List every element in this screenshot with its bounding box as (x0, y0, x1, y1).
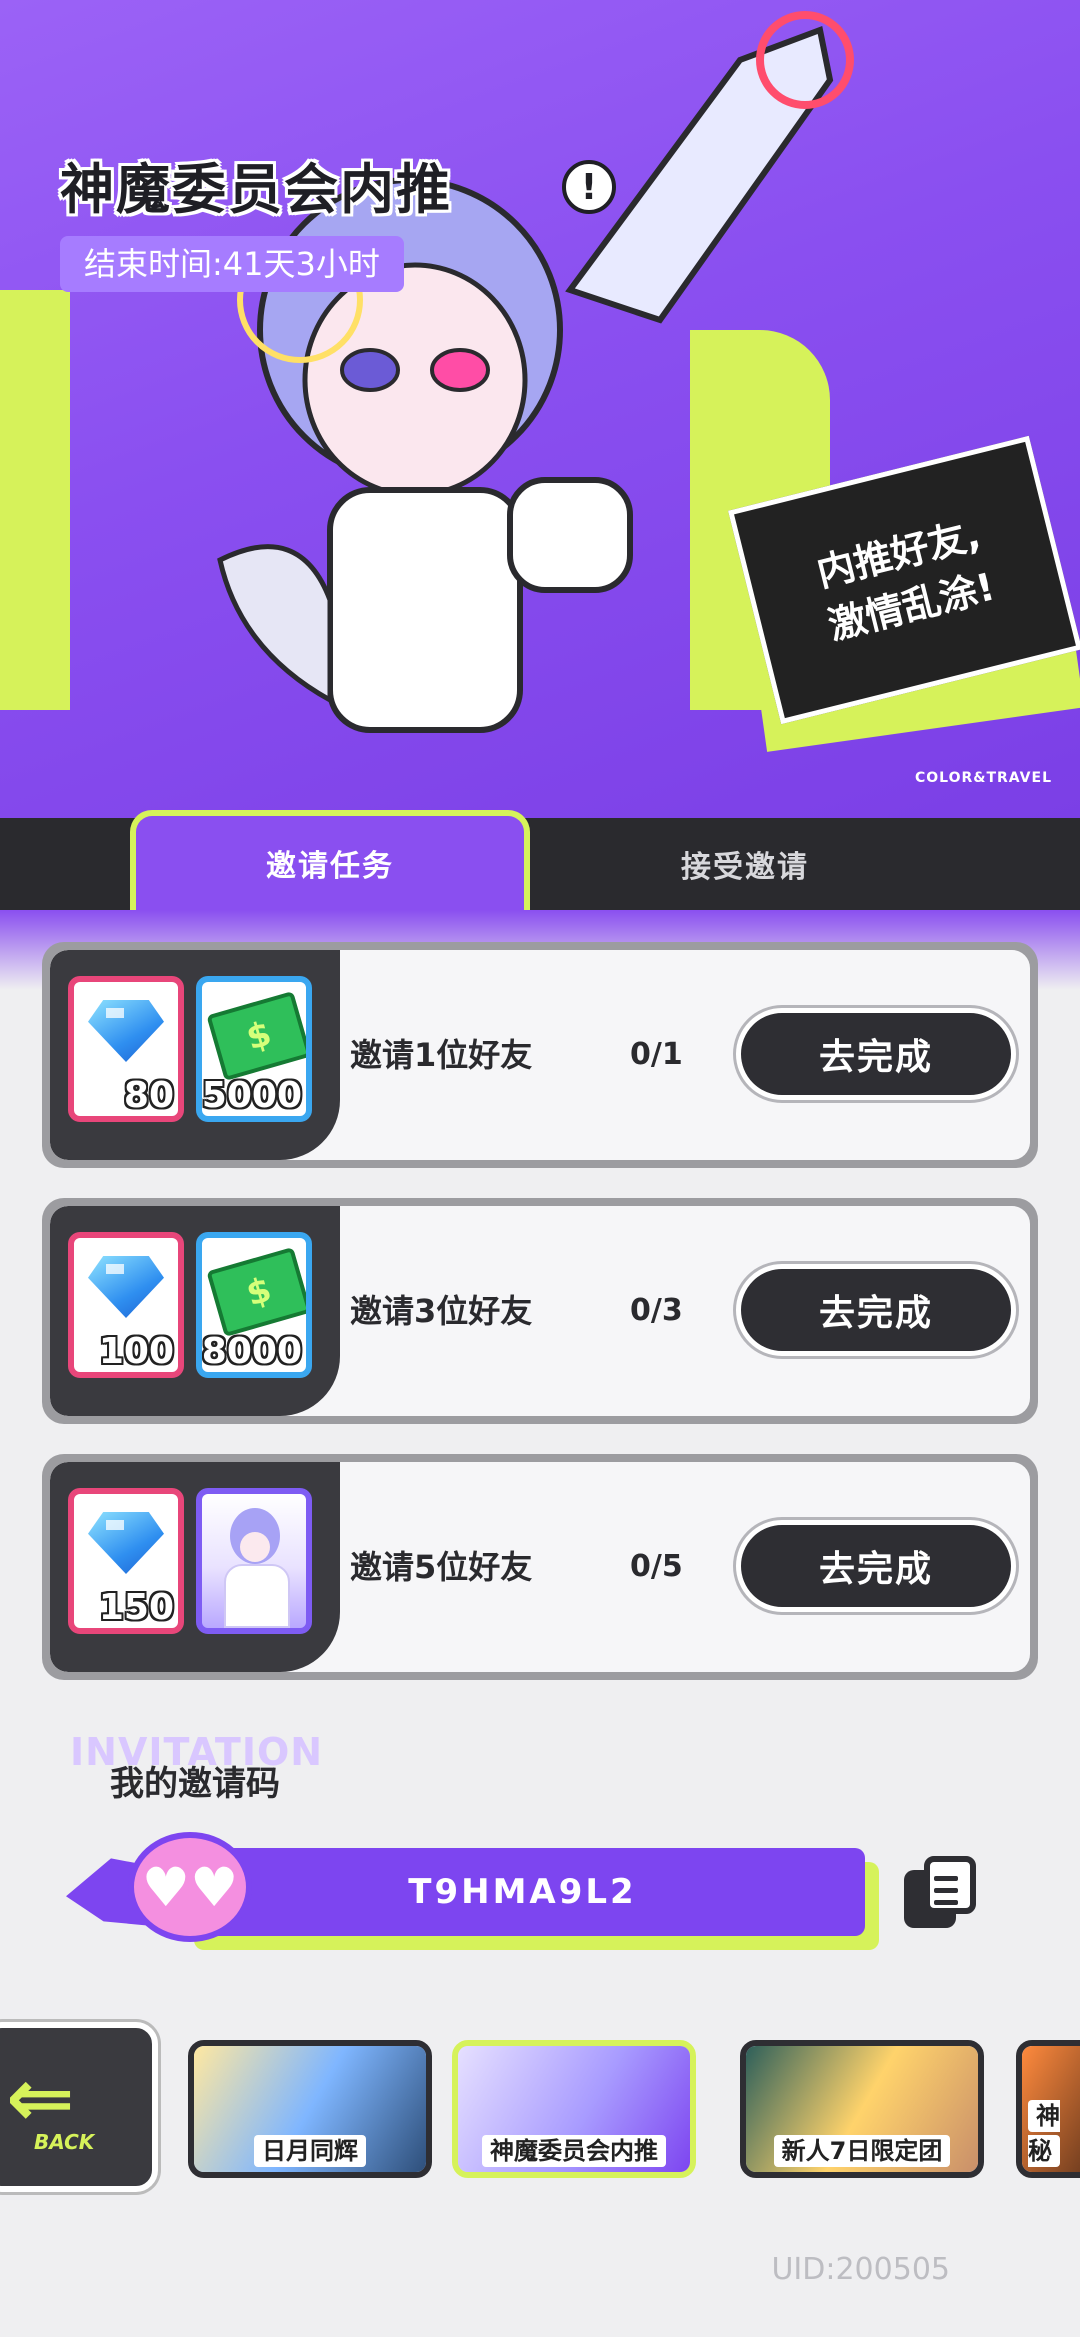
gem-icon (88, 1000, 164, 1062)
gem-icon (88, 1512, 164, 1574)
complete-button[interactable]: 去完成 (736, 1520, 1016, 1612)
task-progress: 0/1 (630, 1037, 683, 1072)
banner-deco-left (0, 290, 70, 710)
tab-accept-invite[interactable]: 接受邀请 (580, 818, 910, 910)
task-card-2: 100 $ 8000 邀请3位好友 0/3 去完成 (42, 1198, 1038, 1424)
nav-item-label: 神秘 (1028, 2100, 1060, 2167)
nav-event-invite[interactable]: 神魔委员会内推 (452, 2040, 696, 2178)
task-label: 邀请3位好友 (350, 1292, 533, 1330)
event-banner: 神魔委员会内推 ! 结束时间:41天3小时 内推好友, 激情乱涂! COLOR&… (0, 0, 1080, 818)
back-label: BACK (34, 2130, 95, 2154)
task-progress: 0/3 (630, 1293, 683, 1328)
reward-gem: 80 (68, 976, 184, 1122)
reward-qty: 80 (123, 1075, 174, 1116)
reward-qty: 5000 (201, 1075, 302, 1116)
task-progress: 0/5 (630, 1549, 683, 1584)
reward-character-card (196, 1488, 312, 1634)
reward-cash: $ 8000 (196, 1232, 312, 1378)
reward-gem: 100 (68, 1232, 184, 1378)
complete-button[interactable]: 去完成 (736, 1264, 1016, 1356)
nav-event-partial[interactable]: 神秘 (1016, 2040, 1080, 2178)
invite-code-field: T9HMA9L2 (180, 1848, 865, 1936)
event-end-time: 结束时间:41天3小时 (60, 236, 404, 292)
character-card-icon (202, 1494, 306, 1628)
nav-event-sun-moon[interactable]: 日月同辉 (188, 2040, 432, 2178)
nav-event-newbie[interactable]: 新人7日限定团 (740, 2040, 984, 2178)
back-button[interactable]: ⇐ BACK (0, 2022, 158, 2192)
tab-invite-tasks[interactable]: 邀请任务 (130, 810, 530, 910)
info-icon[interactable]: ! (562, 160, 616, 214)
reward-cash: $ 5000 (196, 976, 312, 1122)
nav-item-label: 新人7日限定团 (773, 2135, 951, 2167)
tab-bar: 邀请任务 接受邀请 (0, 810, 1080, 910)
cash-icon: $ (206, 990, 306, 1082)
back-arrow-icon: ⇐ (6, 2051, 75, 2146)
task-card-1: 80 $ 5000 邀请1位好友 0/1 去完成 (42, 942, 1038, 1168)
reward-gem: 150 (68, 1488, 184, 1634)
event-title: 神魔委员会内推 (60, 158, 452, 221)
reward-panel: 80 $ 5000 (50, 950, 340, 1160)
reward-panel: 100 $ 8000 (50, 1206, 340, 1416)
cash-icon: $ (206, 1246, 306, 1338)
reward-qty: 8000 (201, 1331, 302, 1372)
reward-qty: 100 (98, 1331, 174, 1372)
hearts-icon: ♥♥ (128, 1832, 252, 1942)
task-label: 邀请5位好友 (350, 1548, 533, 1586)
nav-item-label: 神魔委员会内推 (482, 2135, 666, 2167)
brand-mark: COLOR&TRAVEL (914, 770, 1052, 786)
task-label: 邀请1位好友 (350, 1036, 533, 1074)
nav-item-label: 日月同辉 (254, 2135, 366, 2167)
copy-icon[interactable] (900, 1852, 984, 1936)
gem-icon (88, 1256, 164, 1318)
reward-qty: 150 (98, 1587, 174, 1628)
invite-code-title: 我的邀请码 (110, 1764, 280, 1804)
user-id: UID:200505 (771, 2252, 950, 2287)
reward-panel: 150 (50, 1462, 340, 1672)
task-card-3: 150 邀请5位好友 0/5 去完成 (42, 1454, 1038, 1680)
complete-button[interactable]: 去完成 (736, 1008, 1016, 1100)
